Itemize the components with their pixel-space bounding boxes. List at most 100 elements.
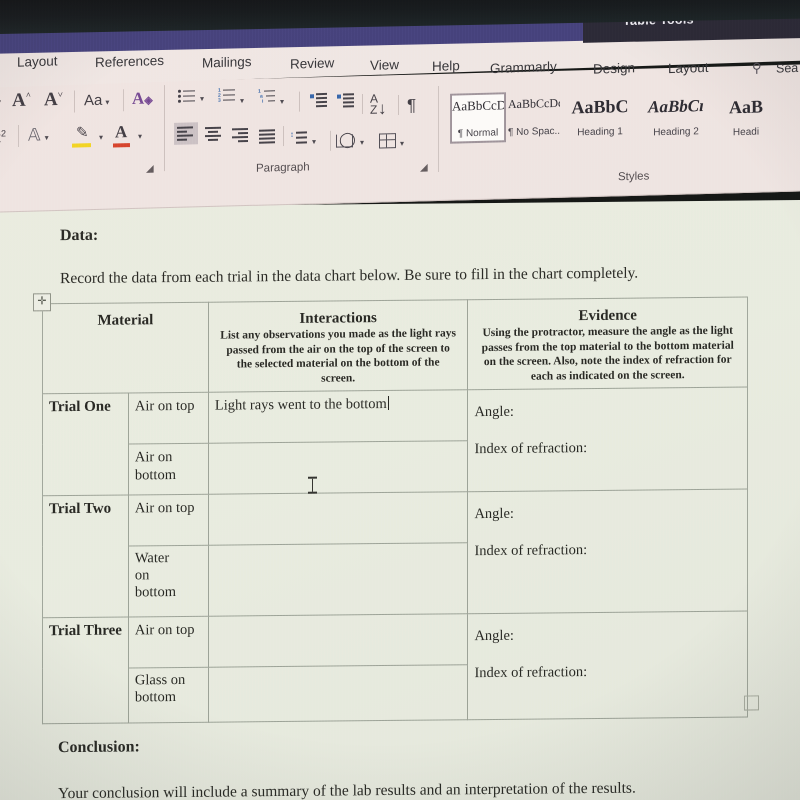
cell-interactions-bottom[interactable] [208,440,468,495]
show-formatting-marks-icon[interactable]: ¶ [407,96,416,115]
style-no-spacing[interactable]: AaBbCcDc ¶ No Spac... [508,93,560,140]
clear-formatting-icon[interactable]: A◈ [132,89,153,108]
shrink-font-icon[interactable]: A˅ [44,89,63,110]
bullet-list-icon[interactable] [178,89,195,103]
borders-caret-icon[interactable]: ▾ [400,139,404,148]
grow-font-icon[interactable]: A^ [12,90,31,111]
group-label-styles: Styles [618,170,650,184]
cell-material-bottom[interactable]: Water on bottom [128,545,209,617]
cell-material-bottom[interactable]: Glass on bottom [128,667,209,723]
cell-material-top[interactable]: Air on top [128,494,209,546]
style-normal[interactable]: AaBbCcDc ¶ Normal [450,92,506,144]
multilevel-caret-icon[interactable]: ▾ [280,97,284,106]
cell-material-top[interactable]: Air on top [128,392,209,444]
cell-interactions-bottom[interactable] [208,664,468,723]
style-name: ¶ Normal [457,127,499,140]
sort-icon[interactable]: A Z↓ [370,92,387,118]
cell-evidence[interactable]: Angle: Index of refraction: [467,610,748,720]
numbering-caret-icon[interactable]: ▾ [240,96,244,105]
font-color-swatch [113,143,130,148]
tab-layout-table[interactable]: Layout [668,60,709,76]
paragraph-dialog-launcher-icon[interactable]: ◢ [420,162,428,173]
shading-bucket-icon [336,134,353,148]
justify-icon[interactable] [259,129,277,144]
cell-trial-label[interactable]: Trial One [42,392,129,496]
tab-help[interactable]: Help [432,58,460,74]
increase-indent-icon[interactable] [337,93,354,108]
cell-material-top[interactable]: Air on top [128,616,209,668]
text-effects-icon[interactable]: 𝔸 ▾ [28,125,49,144]
table-move-handle[interactable]: ✛ [33,293,51,312]
material-label: Air on top [134,499,195,517]
evidence-angle: Angle: [474,505,514,523]
divider [330,130,331,151]
header-material: Material [42,302,209,394]
table-row: Trial Three Air on top Angle: Index of r… [42,610,748,724]
evidence-angle: Angle: [474,627,514,645]
cell-evidence[interactable]: Angle: Index of refraction: [467,386,748,492]
divider [164,85,165,172]
borders-icon[interactable] [379,133,396,149]
style-sample: AaBbC [571,96,629,118]
cell-trial-label[interactable]: Trial Two [42,494,129,618]
font-color-icon[interactable]: A [115,122,127,141]
header-title: Material [97,312,154,329]
material-label: Water on bottom [134,549,176,601]
tab-view[interactable]: View [370,57,399,73]
divider [398,95,399,116]
style-name: ¶ No Spac... [508,125,560,139]
divider [438,85,439,173]
style-heading-3[interactable]: AaB Headi [718,93,774,140]
font-size-caret-icon[interactable]: ▾ [0,97,1,108]
highlight-caret-icon[interactable]: ▾ [99,133,103,142]
text-cursor [387,395,389,410]
style-sample: AaBbCcDc [508,95,560,112]
header-interactions: Interactions List any observations you m… [208,299,468,393]
header-title: Interactions [299,310,377,327]
tab-references[interactable]: References [95,53,164,70]
table-row: Trial Two Air on top Angle: Index of ref… [42,488,748,618]
style-heading-2[interactable]: AaBbCı Heading 2 [645,93,707,141]
align-left-button-selected[interactable] [174,122,198,145]
document-page: Data: Record the data from each trial in… [0,199,800,800]
search-icon[interactable]: ⚲ [752,60,762,76]
cell-interactions-top[interactable] [208,613,468,668]
align-right-icon[interactable] [232,127,250,142]
cell-trial-label[interactable]: Trial Three [42,616,129,724]
text-highlight-color-icon[interactable]: ✎ [76,124,89,141]
font-dialog-launcher-icon[interactable]: ◢ [146,163,154,174]
divider [123,89,124,112]
numbered-list-icon[interactable]: 1 2 3 [218,88,235,104]
tab-review[interactable]: Review [290,55,334,71]
material-label: Air on top [134,621,195,639]
decrease-indent-icon[interactable] [310,92,327,107]
table-header-row: Material Interactions List any observati… [42,297,748,394]
group-label-paragraph: Paragraph [256,161,310,175]
style-heading-1[interactable]: AaBbC Heading 1 [570,93,630,141]
multilevel-list-icon[interactable]: 1 a i [258,89,275,105]
tab-layout[interactable]: Layout [17,53,58,69]
search-input[interactable]: Sea [776,61,798,76]
cell-evidence[interactable]: Angle: Index of refraction: [467,488,748,614]
tab-design[interactable]: Design [593,60,635,76]
line-spacing-icon[interactable]: ↕ [290,130,307,144]
cell-interactions-bottom[interactable] [208,542,468,617]
cell-material-bottom[interactable]: Air on bottom [128,443,209,495]
change-case-icon[interactable]: Aa ▾ [84,92,109,109]
tab-mailings[interactable]: Mailings [202,54,252,71]
line-spacing-caret-icon[interactable]: ▾ [312,137,316,146]
table-resize-handle[interactable] [744,695,759,711]
bullets-caret-icon[interactable]: ▾ [200,94,204,103]
ribbon: ▾ A^ A˅ Aa▾ A◈ x2 𝔸▾ ✎ ▾ A ▾ ◢ [0,63,800,214]
conclusion-heading: Conclusion: [58,738,140,757]
superscript-icon[interactable]: x2 [0,128,6,145]
shading-caret-icon[interactable]: ▾ [360,138,364,147]
font-color-caret-icon[interactable]: ▾ [138,132,142,141]
tab-grammarly[interactable]: Grammarly [490,59,557,76]
evidence-index: Index of refraction: [474,541,588,560]
cell-interactions-top[interactable] [208,491,468,546]
align-center-icon[interactable] [205,126,223,141]
instruction-text: Record the data from each trial in the d… [60,264,639,288]
cell-interactions-top[interactable]: Light rays went to the bottom [208,389,468,444]
header-title: Evidence [578,307,637,325]
